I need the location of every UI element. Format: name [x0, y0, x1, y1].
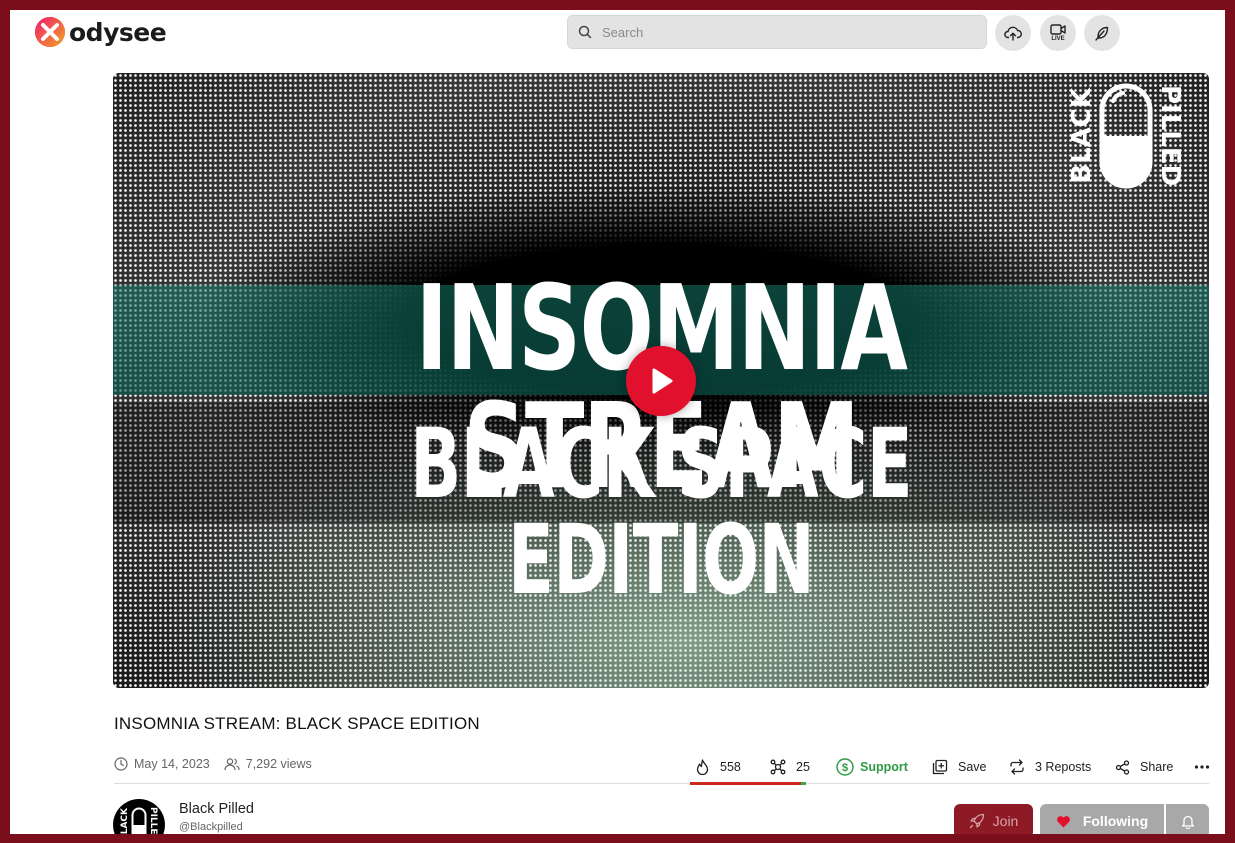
search-input[interactable]: [600, 23, 964, 41]
rocket-icon: [969, 813, 984, 829]
save-label: Save: [958, 760, 987, 774]
video-meta: May 14, 2023 7,292 views: [114, 757, 326, 771]
search-bar[interactable]: [567, 15, 987, 49]
following-label: Following: [1082, 813, 1149, 829]
more-options-button[interactable]: [1194, 756, 1210, 778]
people-icon: [224, 758, 240, 771]
join-label: Join: [992, 813, 1019, 829]
svg-text:$: $: [842, 762, 848, 774]
bell-icon: [1181, 815, 1194, 829]
view-count: 7,292 views: [224, 757, 312, 771]
clock-icon: [114, 757, 128, 771]
avatar-pill-icon: [131, 807, 147, 834]
fire-count: 558: [720, 760, 741, 774]
go-live-button[interactable]: LIVE: [1040, 15, 1076, 51]
heart-icon: [1056, 815, 1070, 827]
video-player[interactable]: INSOMNIA STREAM BLACK SPACE EDITION BLAC…: [113, 73, 1209, 688]
reposts-label: 3 Reposts: [1035, 760, 1092, 774]
support-button[interactable]: $ Support: [836, 756, 908, 778]
video-title: INSOMNIA STREAM: BLACK SPACE EDITION: [114, 714, 480, 733]
channel-logo-right-text: PILLED: [1155, 85, 1185, 187]
join-button[interactable]: Join: [954, 804, 1033, 834]
odysee-logo[interactable]: odysee: [34, 16, 167, 48]
odysee-logo-icon: [35, 17, 65, 47]
upload-button[interactable]: [995, 15, 1031, 51]
fire-icon: [696, 758, 709, 775]
slime-count: 25: [796, 760, 810, 774]
channel-name[interactable]: Black Pilled: [179, 801, 254, 817]
pill-icon: [1099, 83, 1153, 189]
live-label: LIVE: [1051, 36, 1065, 42]
repost-icon: [1010, 759, 1024, 775]
feather-icon: [1095, 26, 1109, 41]
avatar-right-text: PILLED: [148, 807, 158, 834]
repost-button[interactable]: 3 Reposts: [1009, 756, 1091, 778]
app-frame: odysee LIVE INSOMNIA STRE: [10, 10, 1225, 834]
channel-avatar[interactable]: BLACK PILLED: [113, 799, 165, 834]
fire-ratio-bar: [690, 782, 801, 785]
play-button[interactable]: [626, 346, 696, 416]
thumbnail-channel-logo: BLACK PILLED: [1063, 81, 1189, 191]
play-icon: [652, 368, 673, 394]
share-icon: [1115, 759, 1130, 775]
channel-handle[interactable]: @Blackpilled: [179, 821, 243, 833]
channel-logo-left-text: BLACK: [1067, 88, 1097, 184]
publish-button[interactable]: [1084, 15, 1120, 51]
share-label: Share: [1140, 760, 1174, 774]
share-button[interactable]: Share: [1115, 756, 1173, 778]
publish-date: May 14, 2023: [114, 757, 210, 771]
more-horizontal-icon: [1194, 765, 1210, 769]
date-text: May 14, 2023: [134, 757, 210, 771]
following-button[interactable]: Following: [1040, 804, 1164, 834]
thumbnail-title-line2: BLACK SPACE EDITION: [410, 408, 913, 616]
slime-ratio-bar: [801, 782, 806, 785]
logo-text: odysee: [69, 17, 167, 47]
slime-button[interactable]: 25: [770, 756, 810, 778]
save-button[interactable]: Save: [932, 756, 987, 778]
fire-button[interactable]: 558: [695, 756, 741, 778]
slime-icon: [770, 759, 786, 775]
cloud-upload-icon: [1004, 26, 1022, 41]
video-camera-icon: [1050, 24, 1066, 35]
playlist-add-icon: [932, 759, 948, 775]
search-icon: [578, 25, 592, 39]
avatar-left-text: BLACK: [120, 808, 130, 834]
notifications-button[interactable]: [1166, 804, 1209, 834]
dollar-circle-icon: $: [836, 758, 854, 776]
views-text: 7,292 views: [245, 757, 312, 771]
actions-divider: [114, 783, 1209, 784]
support-label: Support: [860, 760, 908, 774]
